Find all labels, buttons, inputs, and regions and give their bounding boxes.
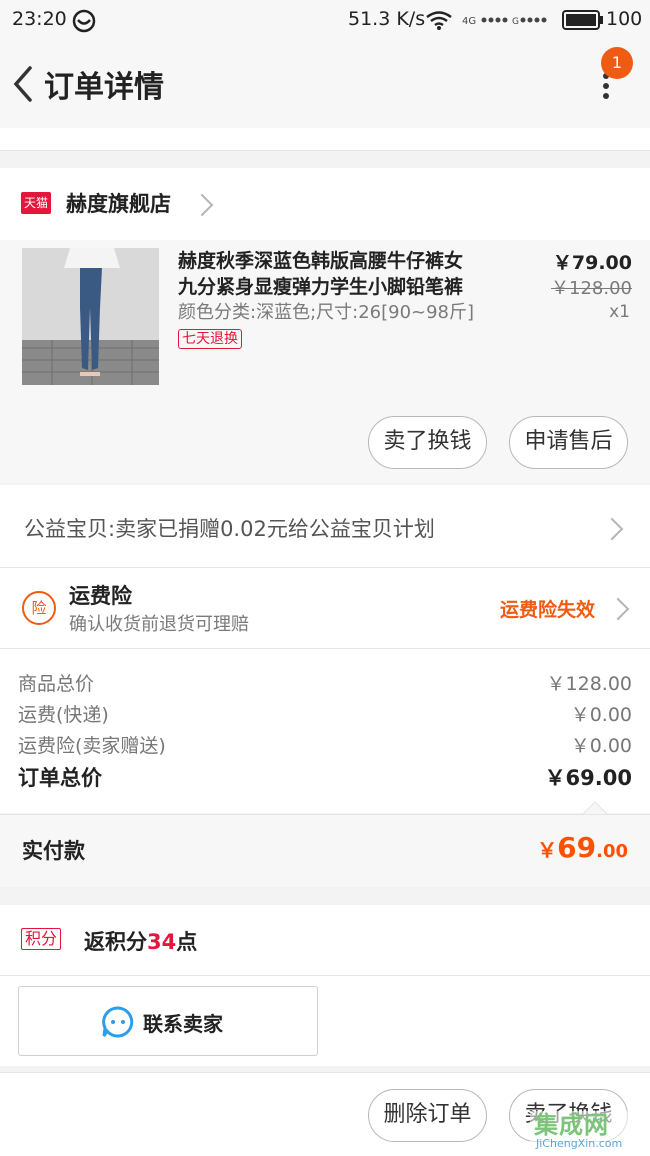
order-total-label: 订单总价 bbox=[18, 766, 102, 790]
battery-level: 100 bbox=[606, 8, 643, 30]
fee-row-goods-total: 商品总价 ￥128.00 bbox=[18, 669, 632, 696]
order-total-value: ￥69.00 bbox=[544, 766, 632, 790]
paid-amount: ￥69.00 bbox=[537, 831, 628, 864]
sell-for-cash-button[interactable]: 卖了换钱 bbox=[368, 416, 487, 469]
paid-currency: ￥ bbox=[537, 838, 558, 862]
product-quantity: x1 bbox=[609, 302, 630, 322]
shop-name: 赫度旗舰店 bbox=[66, 192, 171, 216]
points-suffix: 点 bbox=[176, 930, 198, 954]
chevron-right-icon bbox=[600, 517, 624, 541]
apply-after-sale-button[interactable]: 申请售后 bbox=[509, 416, 628, 469]
charity-text: 公益宝贝:卖家已捐赠0.02元给公益宝贝计划 bbox=[24, 517, 435, 541]
fee-label: 运费险(卖家赠送) bbox=[18, 735, 166, 757]
chat-bubble-icon bbox=[102, 1006, 134, 1038]
insurance-subtitle: 确认收货前退货可理赔 bbox=[69, 614, 249, 635]
points-number: 34 bbox=[147, 930, 177, 954]
chevron-right-icon bbox=[606, 597, 630, 621]
contact-seller-button[interactable]: 联系卖家 bbox=[18, 986, 318, 1056]
signal-strength-icon: 4G G bbox=[462, 16, 547, 26]
contact-seller-label: 联系卖家 bbox=[143, 1012, 223, 1036]
top-nav: 订单详情 1 bbox=[0, 40, 650, 128]
paid-label: 实付款 bbox=[22, 839, 85, 863]
contact-section: 联系卖家 bbox=[0, 976, 650, 1066]
watermark: 集成网 JiChengXin.com bbox=[530, 1111, 648, 1155]
product-image[interactable] bbox=[22, 248, 159, 385]
status-time: 23:20 bbox=[12, 8, 67, 30]
fee-row-shipping: 运费(快递) ￥0.00 bbox=[18, 700, 632, 727]
insurance-icon: 险 bbox=[22, 591, 56, 625]
bottom-action-bar: 删除订单 卖了换钱 集成网 JiChengXin.com bbox=[0, 1072, 650, 1156]
charity-row[interactable]: 公益宝贝:卖家已捐赠0.02元给公益宝贝计划 bbox=[0, 485, 650, 567]
divider bbox=[0, 150, 650, 151]
shipping-insurance-row[interactable]: 险 运费险 确认收货前退货可理赔 运费险失效 bbox=[0, 568, 650, 648]
fee-label: 运费(快递) bbox=[18, 704, 109, 726]
original-price: ￥128.00 bbox=[551, 278, 632, 299]
battery-icon bbox=[562, 10, 603, 30]
svg-text:4G: 4G bbox=[462, 16, 476, 26]
watermark-brand: 集成网 bbox=[534, 1111, 609, 1139]
spacer-strip bbox=[0, 128, 650, 150]
product-title[interactable]: 赫度秋季深蓝色韩版高腰牛仔裤女 九分紧身显瘦弹力学生小脚铅笔裤 bbox=[178, 248, 463, 300]
delete-order-button[interactable]: 删除订单 bbox=[368, 1089, 487, 1142]
chevron-right-icon bbox=[190, 193, 214, 217]
tmall-logo: 天猫 bbox=[21, 192, 51, 214]
shop-row[interactable]: 天猫 赫度旗舰店 bbox=[0, 168, 650, 240]
fee-summary: 商品总价 ￥128.00 运费(快递) ￥0.00 运费险(卖家赠送) ￥0.0… bbox=[0, 649, 650, 814]
product-price: ￥79.00 bbox=[552, 252, 632, 274]
fee-value: ￥0.00 bbox=[570, 704, 632, 726]
watermark-url: JiChengXin.com bbox=[536, 1137, 623, 1150]
network-speed: 51.3 K/s bbox=[348, 8, 426, 30]
order-total-row: 订单总价 ￥69.00 bbox=[18, 762, 632, 792]
page-title: 订单详情 bbox=[44, 70, 164, 105]
back-icon[interactable] bbox=[8, 62, 44, 106]
fee-value: ￥0.00 bbox=[570, 735, 632, 757]
product-sku: 颜色分类:深蓝色;尺寸:26[90~98斤] bbox=[178, 302, 475, 323]
points-tag: 积分 bbox=[21, 928, 62, 950]
fee-row-insurance: 运费险(卖家赠送) ￥0.00 bbox=[18, 731, 632, 758]
fee-value: ￥128.00 bbox=[546, 673, 632, 695]
wifi-icon bbox=[426, 11, 452, 30]
paid-integer: 69 bbox=[557, 831, 597, 864]
product-title-line1: 赫度秋季深蓝色韩版高腰牛仔裤女 bbox=[178, 250, 464, 272]
message-badge: 1 bbox=[601, 47, 633, 79]
points-prefix: 返积分 bbox=[84, 930, 147, 954]
app-notification-icon bbox=[72, 9, 96, 33]
seven-day-return-tag: 七天退换 bbox=[178, 329, 242, 349]
points-row: 积分 返积分34点 bbox=[0, 905, 650, 975]
pointer-notch bbox=[583, 801, 607, 814]
insurance-status: 运费险失效 bbox=[500, 599, 596, 621]
status-bar: 23:20 51.3 K/s 4G G 100 bbox=[0, 0, 650, 40]
insurance-title: 运费险 bbox=[69, 584, 132, 608]
paid-amount-row: 实付款 ￥69.00 bbox=[0, 814, 650, 887]
product-title-line2: 九分紧身显瘦弹力学生小脚铅笔裤 bbox=[178, 276, 464, 298]
points-text: 返积分34点 bbox=[84, 926, 197, 956]
paid-decimal: .00 bbox=[596, 841, 628, 862]
fee-label: 商品总价 bbox=[18, 673, 95, 695]
product-block: 赫度秋季深蓝色韩版高腰牛仔裤女 九分紧身显瘦弹力学生小脚铅笔裤 颜色分类:深蓝色… bbox=[0, 240, 650, 483]
svg-text:G: G bbox=[512, 17, 519, 26]
